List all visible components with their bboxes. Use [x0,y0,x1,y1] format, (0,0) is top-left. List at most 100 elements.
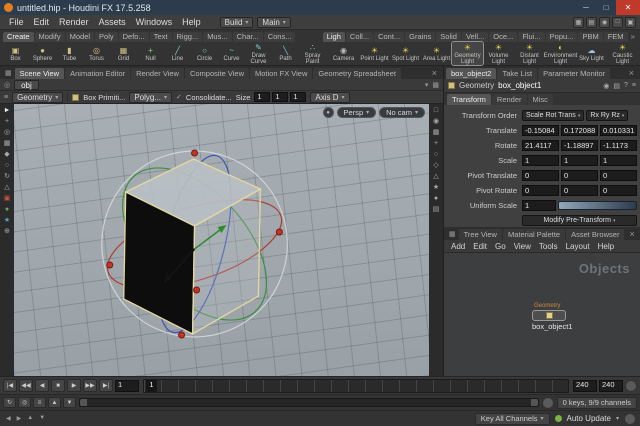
viewport-tool-icon[interactable]: ● [5,206,9,214]
shelf-tab[interactable]: Coll... [345,32,374,42]
shelf-tool[interactable]: ╱ Line [164,42,191,65]
gizmo-handle-dot[interactable] [191,149,199,157]
shelf-tab[interactable]: Grains [405,32,436,42]
viewport-display-icon[interactable]: ▦ [433,129,440,137]
gizmo-handle-dot[interactable] [275,228,283,236]
maximize-button[interactable]: □ [596,0,616,15]
shelf-tool[interactable]: ◎ Torus [83,42,110,65]
end-frame-field[interactable]: 240 [573,379,597,392]
shelf-tab[interactable]: Ligh [322,32,345,42]
param-header-icon[interactable]: ◉ [603,82,609,90]
realtime-toggle-button[interactable] [541,396,554,409]
shelf-tool[interactable]: ▦ Grid [110,42,137,65]
parameter-tab[interactable]: Transform [447,94,491,105]
close-button[interactable]: ✕ [616,0,640,15]
shelf-tool[interactable]: ☀ Caustic Light [607,42,638,65]
menubar-tool-icon[interactable]: ▣ [625,16,636,28]
viewport-display-icon[interactable]: ◇ [433,162,438,170]
rotate-field[interactable]: 21.4117 [522,140,559,151]
shelf-tool[interactable]: ◉ Camera [328,42,359,65]
breadcrumb[interactable]: obj [14,79,39,90]
translate-field[interactable]: 0.172088 [561,125,598,136]
playback-option-icon[interactable]: ▲ [48,397,61,408]
pane-tab[interactable]: Asset Browser [566,229,625,240]
shelf-tool[interactable]: ● Sphere [29,42,56,65]
playback-option-icon[interactable]: ≡ [33,397,46,408]
menubar-tool-icon[interactable]: ◉ [599,16,610,28]
shelf-tab[interactable]: Vell... [461,32,489,42]
pivot-rotate-field[interactable]: 0 [600,185,637,196]
pivot-translate-field[interactable]: 0 [600,170,637,181]
shelf-tab[interactable]: Oce... [489,32,518,42]
pane-tab[interactable]: Parameter Monitor [538,68,611,79]
pane-menu-icon[interactable]: ▦ [446,229,459,240]
shelf-tab[interactable]: Text [149,32,172,42]
pane-menu-icon[interactable]: ▦ [2,68,15,79]
status-icon[interactable]: ▶ [15,415,24,422]
viewport-tool-icon[interactable]: ◆ [4,151,9,159]
viewport-display-icon[interactable]: □ [434,107,438,115]
shelf-tab[interactable]: Model [65,32,95,42]
playback-option-icon[interactable]: ▼ [63,397,76,408]
pane-close-icon[interactable]: × [625,68,638,79]
pin-icon[interactable]: ◎ [4,81,10,89]
shelf-tab[interactable]: Solid [436,32,461,42]
rotate-field[interactable]: -1.1173 [600,140,637,151]
pane-close-icon[interactable]: × [625,229,638,240]
shelf-tab[interactable]: Poly [95,32,118,42]
size-field[interactable]: 1 [272,92,289,102]
size-field[interactable]: 1 [254,92,271,102]
pane-tab[interactable]: Geometry Spreadsheet [313,68,401,79]
shelf-tool[interactable]: ~ Curve [218,42,245,65]
menubar-tool-icon[interactable]: □ [612,16,623,28]
pane-tab[interactable]: Material Palette [502,229,566,240]
shelf-tab[interactable]: Cons... [263,32,296,42]
minimize-button[interactable]: ─ [576,0,596,15]
build-desktop-dropdown[interactable]: Build [219,16,254,28]
playhead-marker[interactable]: 1 [146,379,157,392]
help-button[interactable] [624,412,636,425]
viewport-tool-icon[interactable]: △ [4,184,9,192]
viewport-tool-icon[interactable]: ▣ [4,195,11,203]
param-header-icon[interactable]: ≡ [632,82,636,90]
pivot-translate-field[interactable]: 0 [522,170,559,181]
auto-update-label[interactable]: Auto Update [567,414,611,423]
shelf-tab[interactable]: Create [3,32,34,42]
consolidate-checkbox[interactable]: ✓ [176,93,182,101]
playbar-options-button[interactable] [625,379,637,392]
shelf-tool[interactable]: ∴ Spray Paint [299,42,326,65]
status-icon[interactable]: ▲ [25,415,35,422]
pane-close-icon[interactable]: × [428,68,441,79]
transform-order-dropdown[interactable]: Scale Rot Trans [522,110,585,121]
viewport-3d-scene[interactable]: ● Persp No cam [14,104,429,376]
shelf-tool[interactable]: ▣ Box [2,42,29,65]
menu-item[interactable]: Help [177,17,206,27]
rotate-field[interactable]: -1.18897 [561,140,598,151]
playback-option-icon[interactable]: ◎ [18,397,31,408]
translate-field[interactable]: -0.15084 [522,125,559,136]
scale-field[interactable]: 1 [522,155,559,166]
polygon-type-dropdown[interactable]: Polyg... [129,91,173,103]
shelf-tool[interactable]: ☀ Point Light [359,42,390,65]
shelf-tab[interactable]: Mus... [203,32,232,42]
shelf-tab[interactable]: Flui... [518,32,545,42]
viewport-tool-icon[interactable]: ↻ [4,173,10,181]
status-icon[interactable]: ▼ [37,415,47,422]
viewport-tool-icon[interactable]: ▦ [4,140,11,148]
shelf-tool[interactable]: ╲ Path [272,42,299,65]
viewport-tool-icon[interactable]: ⊕ [4,228,10,236]
menu-item[interactable]: Edit [29,17,55,27]
viewport-tool-icon[interactable]: ► [4,107,11,115]
gizmo-handle-dot[interactable] [193,286,201,294]
shelf-tool[interactable]: ☀ Spot Light [390,42,421,65]
shelf-tab[interactable]: Popu... [545,32,578,42]
playback-option-icon[interactable]: ↻ [3,397,16,408]
current-frame-field[interactable]: 1 [115,379,139,392]
rotate-order-dropdown[interactable]: Rx Ry Rz [586,110,629,121]
shelf-tool[interactable]: ☀ Geometry Light [451,41,484,66]
param-header-icon[interactable]: ▤ [613,82,620,90]
lock-icon[interactable]: ● [322,107,334,118]
shelf-tool[interactable]: ○ Circle [191,42,218,65]
shelf-tab[interactable]: Char... [232,32,263,42]
network-menu-item[interactable]: Edit [469,242,491,251]
